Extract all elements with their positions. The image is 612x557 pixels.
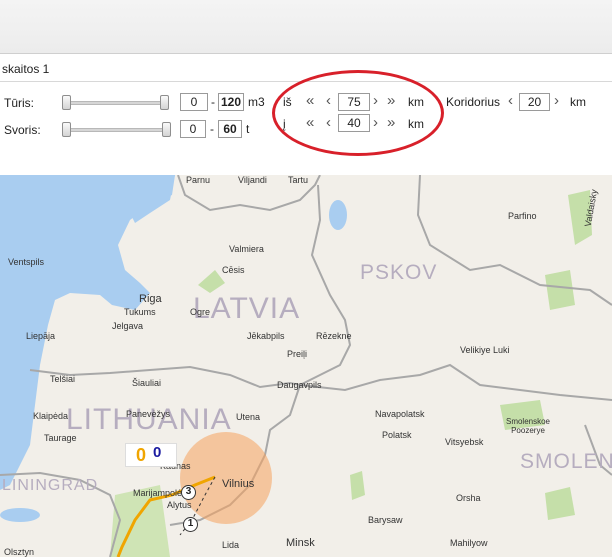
city-telsiai: Telšiai [50,374,76,384]
count-orange: 0 [136,445,147,465]
park-belarus [350,471,365,500]
turis-min-input[interactable]: 0 [180,93,208,111]
svoris-min-input[interactable]: 0 [180,120,206,138]
turis-slider-max-handle[interactable] [160,95,169,110]
turis-max-input[interactable]: 120 [218,93,244,111]
city-daugavpils: Daugavpils [277,380,322,390]
city-liepaja: Liepāja [26,331,56,341]
city-taurage: Taurage [44,433,77,443]
border-belarus-russia [299,363,612,401]
city-mahilyow: Mahilyow [450,538,488,548]
region-smolensk: SMOLENSK [520,450,612,473]
city-olsztyn: Olsztyn [4,547,35,557]
svoris-slider-max-handle[interactable] [162,122,171,137]
koridorius-unit: km [570,95,586,109]
region-kaliningrad: LININGRAD [2,477,99,494]
turis-slider-track[interactable] [64,101,168,105]
turis-unit: m3 [248,95,265,109]
svoris-dash: - [210,122,214,136]
city-velikiye-luki: Velikiye Luki [460,345,510,355]
map-canvas [0,175,612,557]
city-panevezys: Panevėžys [126,409,171,419]
top-toolbar [0,0,612,54]
gulf-of-riga [125,175,175,223]
city-barysaw: Barysaw [368,515,403,525]
route-pin-3[interactable]: 3 [181,485,196,500]
svoris-unit: t [246,122,250,136]
highlight-oval [272,70,444,156]
turis-label: Tūris: [4,96,34,110]
park-mahilyow [545,487,575,520]
city-navapolatsk: Navapolatsk [375,409,425,419]
turis-slider-min-handle[interactable] [62,95,71,110]
city-tartu: Tartu [288,175,309,185]
city-jelgava: Jelgava [112,321,144,331]
city-ventspils: Ventspils [8,257,45,267]
tab-label[interactable]: skaitos 1 [2,62,49,76]
map-view[interactable]: LATVIA LITHUANIA PSKOV SMOLENSK LININGRA… [0,175,612,557]
city-marijampole: Marijampolė [133,488,183,498]
city-minsk: Minsk [286,537,315,549]
koridorius-next-arrow[interactable]: › [554,93,559,109]
city-parfino: Parfino [508,211,537,221]
count-badge: 0 0 [125,443,177,467]
koridorius-prev-arrow[interactable]: ‹ [508,93,513,109]
koridorius-label: Koridorius [446,95,501,109]
city-lida: Lida [222,540,240,550]
lake-peipus [329,200,347,230]
city-rezekne: Rēzekne [316,331,352,341]
count-blue: 0 [153,444,162,461]
city-preili: Preiļi [287,349,308,359]
turis-dash: - [211,95,215,109]
city-alytus: Alytus [167,500,192,510]
curonian-lagoon [0,508,40,522]
city-tukums: Tukums [124,307,156,317]
city-parnu: Parnu [186,175,211,185]
city-polatsk: Polatsk [382,430,412,440]
park-gauja [198,270,225,293]
region-pskov: PSKOV [360,261,438,284]
city-viljandi: Viljandi [238,175,267,185]
park-east [545,270,575,310]
route-pin-1[interactable]: 1 [183,517,198,532]
city-utena: Utena [236,412,261,422]
city-cesis: Cēsis [222,265,245,275]
city-klaipeda: Klaipėda [33,411,69,421]
svoris-slider-track[interactable] [64,128,170,132]
svoris-max-input[interactable]: 60 [218,120,242,138]
city-siauliai: Šiauliai [132,378,162,388]
city-ogre: Ogre [190,307,211,317]
city-valmiera: Valmiera [229,244,264,254]
city-riga: Riga [139,293,162,305]
svoris-slider-min-handle[interactable] [62,122,71,137]
park-smolenskoe-label: Smolenskoe Poozerye [505,417,551,435]
svoris-label: Svoris: [4,123,41,137]
city-orsha: Orsha [456,493,481,503]
koridorius-input[interactable]: 20 [519,93,550,111]
city-jekabpils: Jēkabpils [247,331,285,341]
city-vitsyebsk: Vitsyebsk [445,437,484,447]
city-vilnius: Vilnius [222,478,255,490]
